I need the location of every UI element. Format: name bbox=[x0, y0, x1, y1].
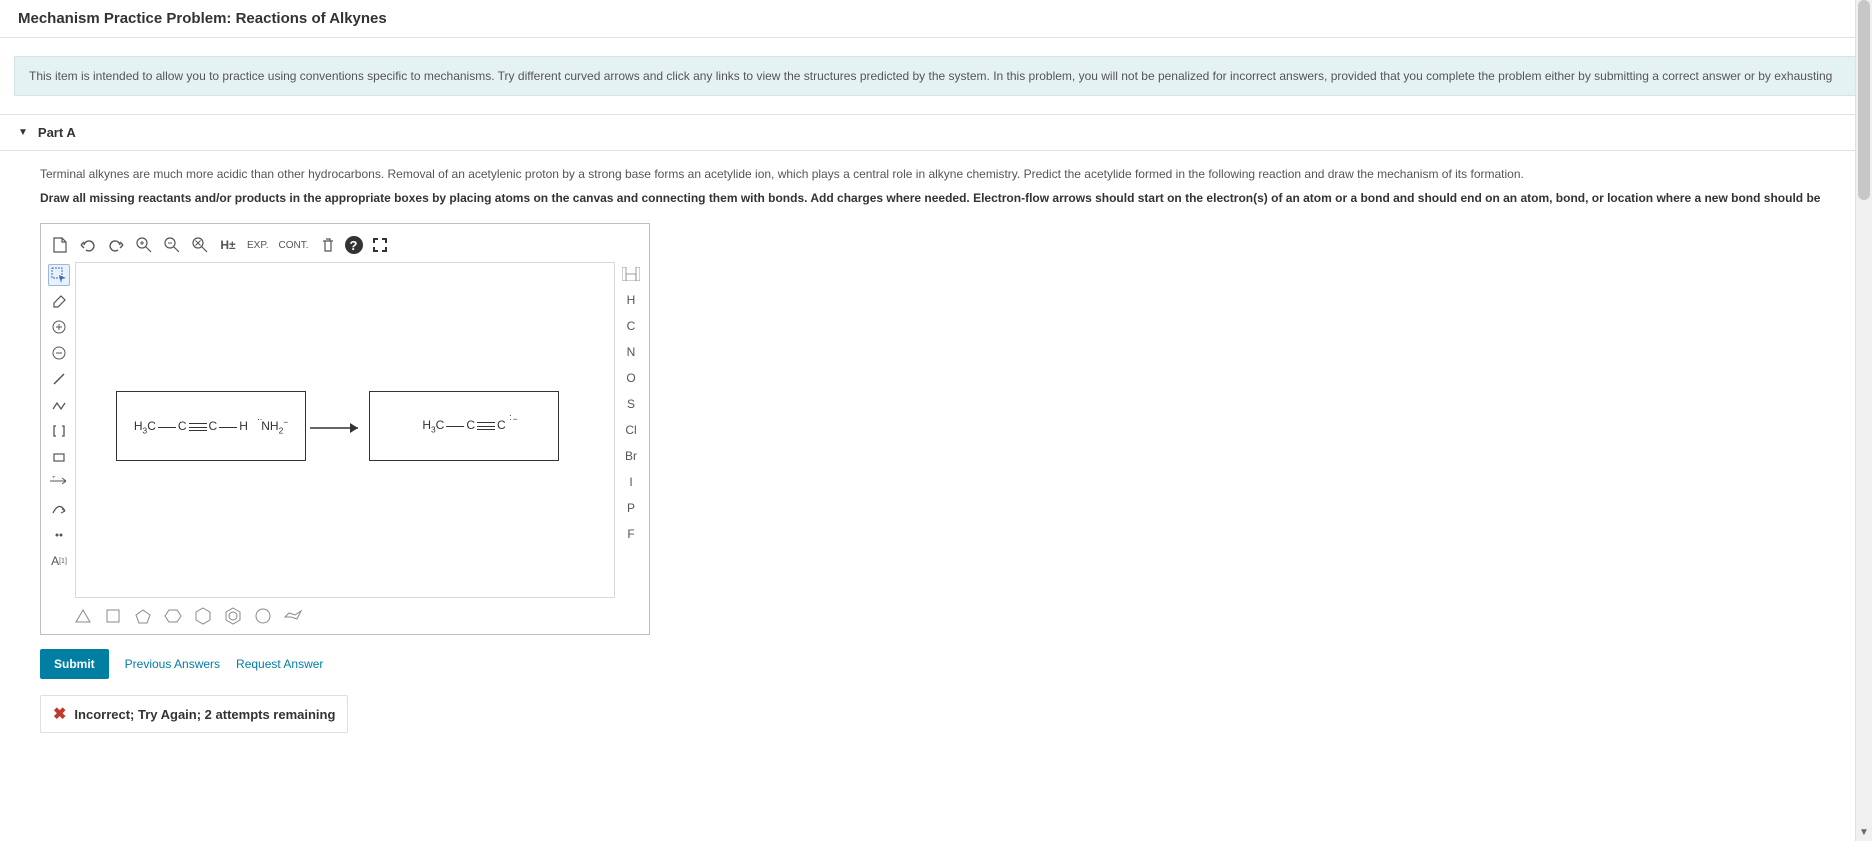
product-box[interactable]: H3CCC:− bbox=[369, 391, 559, 461]
previous-answers-link[interactable]: Previous Answers bbox=[125, 657, 220, 671]
heptagon-icon[interactable] bbox=[253, 606, 273, 626]
square-icon[interactable] bbox=[103, 606, 123, 626]
reaction-arrow bbox=[308, 421, 368, 438]
product-molecule: H3CCC:− bbox=[422, 418, 505, 434]
instruction-text-1: Terminal alkynes are much more acidic th… bbox=[40, 165, 1832, 183]
element-I[interactable]: I bbox=[620, 472, 642, 492]
vertical-scrollbar[interactable]: ▼ bbox=[1855, 0, 1872, 841]
isotope-icon[interactable]: A[1] bbox=[48, 550, 70, 572]
eraser-icon[interactable] bbox=[48, 290, 70, 312]
toolbar-top: H± EXP. CONT. ? bbox=[47, 230, 643, 262]
chain-bond-icon[interactable] bbox=[48, 394, 70, 416]
zoom-fit-icon[interactable] bbox=[189, 234, 211, 256]
charge-minus-icon[interactable] bbox=[48, 342, 70, 364]
cont-button[interactable]: CONT. bbox=[277, 240, 311, 251]
periodic-table-icon[interactable] bbox=[620, 264, 642, 284]
svg-text:+: + bbox=[52, 476, 56, 481]
exp-button[interactable]: EXP. bbox=[245, 240, 271, 251]
zoom-in-icon[interactable] bbox=[133, 234, 155, 256]
triangle-icon[interactable] bbox=[73, 606, 93, 626]
fullscreen-icon[interactable] bbox=[369, 234, 391, 256]
undo-icon[interactable] bbox=[77, 234, 99, 256]
page-title: Mechanism Practice Problem: Reactions of… bbox=[0, 0, 1872, 38]
hydrogen-toggle-button[interactable]: H± bbox=[217, 234, 239, 256]
toolbar-left: + A[1] bbox=[47, 262, 75, 598]
scroll-down-icon[interactable]: ▼ bbox=[1856, 824, 1872, 841]
reactant-box[interactable]: H3CCCH ..NH2− bbox=[116, 391, 306, 461]
hexagon-icon[interactable] bbox=[163, 606, 183, 626]
box-icon[interactable] bbox=[48, 446, 70, 468]
pentagon-icon[interactable] bbox=[133, 606, 153, 626]
instruction-text-2: Draw all missing reactants and/or produc… bbox=[40, 189, 1832, 207]
charge-plus-icon[interactable] bbox=[48, 316, 70, 338]
redo-icon[interactable] bbox=[105, 234, 127, 256]
zoom-out-icon[interactable] bbox=[161, 234, 183, 256]
reaction-arrow-icon[interactable]: + bbox=[48, 472, 70, 494]
new-icon[interactable] bbox=[49, 234, 71, 256]
part-label: Part A bbox=[38, 125, 76, 140]
lone-pair-icon[interactable] bbox=[48, 524, 70, 546]
drawing-editor: H± EXP. CONT. ? bbox=[40, 223, 650, 635]
incorrect-icon: ✖ bbox=[53, 704, 66, 724]
chair-icon[interactable] bbox=[283, 606, 303, 626]
hexagon2-icon[interactable] bbox=[193, 606, 213, 626]
part-header[interactable]: ▼ Part A bbox=[0, 114, 1872, 151]
reactant-molecule: H3CCCH ..NH2− bbox=[134, 417, 288, 435]
element-F[interactable]: F bbox=[620, 524, 642, 544]
benzene-icon[interactable] bbox=[223, 606, 243, 626]
single-bond-icon[interactable] bbox=[48, 368, 70, 390]
element-Br[interactable]: Br bbox=[620, 446, 642, 466]
curved-arrow-icon[interactable] bbox=[48, 498, 70, 520]
scrollbar-thumb[interactable] bbox=[1858, 0, 1870, 200]
bracket-icon[interactable] bbox=[48, 420, 70, 442]
feedback-text: Incorrect; Try Again; 2 attempts remaini… bbox=[74, 707, 335, 722]
chevron-down-icon: ▼ bbox=[18, 127, 28, 138]
element-S[interactable]: S bbox=[620, 394, 642, 414]
help-icon[interactable]: ? bbox=[345, 236, 363, 254]
element-P[interactable]: P bbox=[620, 498, 642, 518]
marquee-select-icon[interactable] bbox=[48, 264, 70, 286]
element-O[interactable]: O bbox=[620, 368, 642, 388]
submit-button[interactable]: Submit bbox=[40, 649, 109, 679]
feedback-box: ✖ Incorrect; Try Again; 2 attempts remai… bbox=[40, 695, 348, 733]
action-row: Submit Previous Answers Request Answer bbox=[40, 649, 1832, 679]
request-answer-link[interactable]: Request Answer bbox=[236, 657, 323, 671]
part-body: Terminal alkynes are much more acidic th… bbox=[0, 151, 1872, 635]
info-banner: This item is intended to allow you to pr… bbox=[14, 56, 1858, 96]
toolbar-bottom bbox=[47, 598, 643, 626]
element-Cl[interactable]: Cl bbox=[620, 420, 642, 440]
element-C[interactable]: C bbox=[620, 316, 642, 336]
element-H[interactable]: H bbox=[620, 290, 642, 310]
element-palette: H C N O S Cl Br I P F bbox=[615, 262, 643, 598]
drawing-canvas[interactable]: H3CCCH ..NH2− H3CCC:− bbox=[75, 262, 615, 598]
element-N[interactable]: N bbox=[620, 342, 642, 362]
trash-icon[interactable] bbox=[317, 234, 339, 256]
